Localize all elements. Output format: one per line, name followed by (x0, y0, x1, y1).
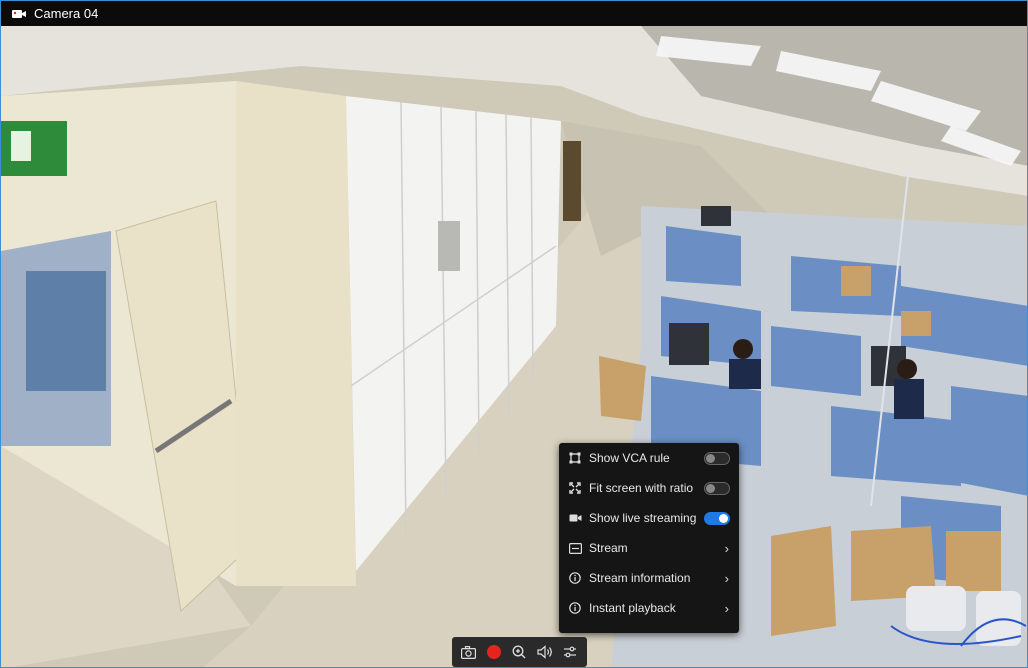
info-icon (568, 601, 582, 615)
chevron-right-icon: › (724, 601, 729, 616)
record-icon[interactable] (484, 642, 504, 662)
menu-item-label: Stream (589, 541, 628, 555)
zoom-in-icon[interactable] (509, 642, 529, 662)
vca-rule-icon (568, 451, 582, 465)
stream-icon (568, 541, 582, 555)
video-context-menu: Show VCA rule Fit screen with ratio Show… (559, 443, 739, 633)
menu-item-show-vca-rule[interactable]: Show VCA rule (559, 443, 739, 473)
live-video-feed[interactable] (1, 26, 1027, 667)
fit-screen-toggle[interactable] (704, 482, 730, 495)
menu-item-show-live-streaming[interactable]: Show live streaming (559, 503, 739, 533)
volume-icon[interactable] (535, 642, 555, 662)
show-live-streaming-toggle[interactable] (704, 512, 730, 525)
menu-item-label: Show live streaming (589, 511, 697, 525)
camera-title: Camera 04 (34, 6, 99, 21)
menu-item-instant-playback[interactable]: Instant playback › (559, 593, 739, 623)
camera-view-window: Camera 04 Show VCA rule Fit screen with … (0, 0, 1028, 668)
title-bar: Camera 04 (1, 1, 1027, 26)
camera-icon (11, 8, 27, 20)
office-scene-image (1, 26, 1027, 667)
info-icon (568, 571, 582, 585)
settings-sliders-icon[interactable] (560, 642, 580, 662)
menu-item-fit-screen[interactable]: Fit screen with ratio (559, 473, 739, 503)
menu-item-label: Show VCA rule (589, 451, 670, 465)
video-camera-icon (568, 511, 582, 525)
chevron-right-icon: › (724, 571, 729, 586)
chevron-right-icon: › (724, 541, 729, 556)
video-control-toolbar (452, 637, 587, 667)
snapshot-icon[interactable] (459, 642, 479, 662)
menu-item-stream[interactable]: Stream › (559, 533, 739, 563)
menu-item-stream-information[interactable]: Stream information › (559, 563, 739, 593)
menu-item-label: Instant playback (589, 601, 676, 615)
fit-screen-icon (568, 481, 582, 495)
menu-item-label: Fit screen with ratio (589, 481, 694, 495)
menu-item-label: Stream information (589, 571, 691, 585)
show-vca-rule-toggle[interactable] (704, 452, 730, 465)
